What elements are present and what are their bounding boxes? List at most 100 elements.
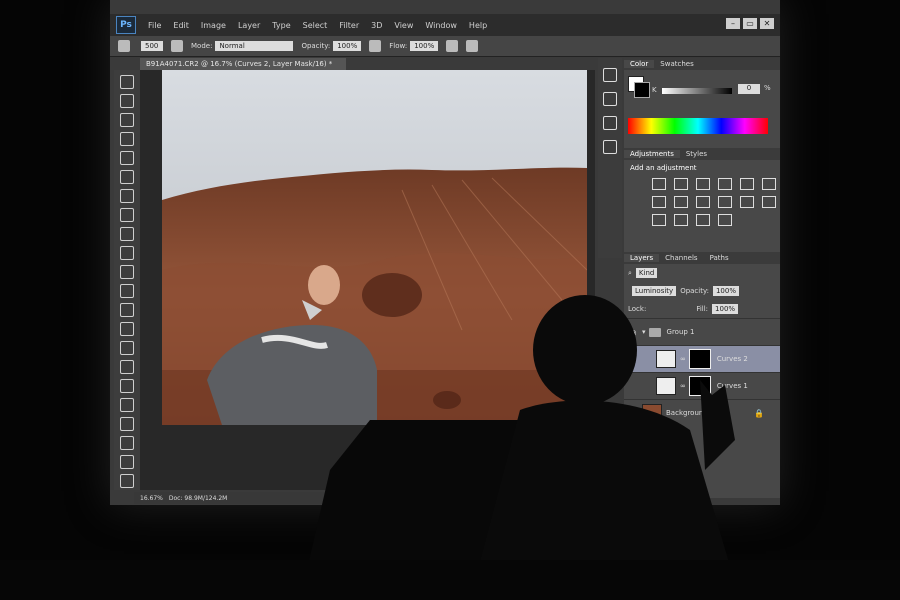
minimize-icon[interactable]: – <box>726 18 740 29</box>
levels-icon[interactable] <box>674 178 688 190</box>
layer-curves-1[interactable]: ∞ Curves 1 <box>624 372 780 399</box>
layer-curves-2[interactable]: ◉ ∞ Curves 2 <box>624 345 780 372</box>
tab-paths[interactable]: Paths <box>704 254 735 262</box>
move-tool-icon[interactable] <box>120 75 134 89</box>
chevron-down-icon[interactable]: ▾ <box>642 328 646 336</box>
color-balance-icon[interactable] <box>652 196 666 208</box>
brush-panel-icon[interactable] <box>171 40 183 52</box>
brush-tool-icon[interactable] <box>118 40 130 52</box>
tab-layers[interactable]: Layers <box>624 254 660 262</box>
opacity-field[interactable]: 100% <box>333 41 362 51</box>
zoom-tool-icon[interactable] <box>120 436 134 450</box>
curves-icon[interactable] <box>696 178 710 190</box>
airbrush-icon[interactable] <box>446 40 459 52</box>
quick-select-tool-icon[interactable] <box>120 132 134 146</box>
quick-mask-icon[interactable] <box>120 474 134 488</box>
menu-image[interactable]: Image <box>201 21 226 30</box>
canvas-area[interactable] <box>140 70 595 490</box>
menu-select[interactable]: Select <box>303 21 328 30</box>
rectangle-tool-icon[interactable] <box>120 398 134 412</box>
color-swatches-icon[interactable] <box>120 455 134 469</box>
layer-group-1[interactable]: ◉ ▾ Group 1 <box>624 318 780 345</box>
hue-saturation-icon[interactable] <box>762 178 776 190</box>
link-icon[interactable]: ∞ <box>680 355 686 363</box>
stamp-tool-icon[interactable] <box>120 227 134 241</box>
menu-type[interactable]: Type <box>272 21 290 30</box>
pen-tool-icon[interactable] <box>120 341 134 355</box>
panel-icon-strip <box>598 58 622 258</box>
tab-adjustments[interactable]: Adjustments <box>624 150 680 158</box>
status-bar: 16.67% Doc: 98.9M/124.2M <box>134 492 614 504</box>
actions-panel-icon[interactable] <box>603 116 617 130</box>
hand-tool-icon[interactable] <box>120 417 134 431</box>
eyedropper-tool-icon[interactable] <box>120 170 134 184</box>
vibrance-icon[interactable] <box>740 178 754 190</box>
channel-mixer-icon[interactable] <box>718 196 732 208</box>
menu-edit[interactable]: Edit <box>173 21 189 30</box>
background-color-swatch[interactable] <box>634 82 650 98</box>
brush-size-field[interactable]: 500 <box>141 41 163 51</box>
doc-size: Doc: 98.9M/124.2M <box>168 494 228 502</box>
posterize-icon[interactable] <box>652 214 666 226</box>
tab-channels[interactable]: Channels <box>659 254 703 262</box>
properties-panel-icon[interactable] <box>603 140 617 154</box>
pressure-size-icon[interactable] <box>466 40 479 52</box>
eye-icon[interactable]: ◉ <box>628 355 638 364</box>
history-panel-icon[interactable] <box>603 68 617 82</box>
color-spectrum[interactable] <box>628 118 768 134</box>
menu-help[interactable]: Help <box>469 21 487 30</box>
exposure-icon[interactable] <box>718 178 732 190</box>
restore-icon[interactable]: ▭ <box>743 18 757 29</box>
link-icon[interactable]: ∞ <box>680 382 686 390</box>
menu-3d[interactable]: 3D <box>371 21 382 30</box>
invert-icon[interactable] <box>762 196 776 208</box>
menu-layer[interactable]: Layer <box>238 21 260 30</box>
lasso-tool-icon[interactable] <box>120 113 134 127</box>
eraser-tool-icon[interactable] <box>120 265 134 279</box>
pressure-opacity-icon[interactable] <box>369 40 382 52</box>
color-lookup-icon[interactable] <box>740 196 754 208</box>
mode-select[interactable]: Normal <box>215 41 294 51</box>
tab-swatches[interactable]: Swatches <box>654 60 699 68</box>
brightness-icon[interactable] <box>652 178 666 190</box>
selective-color-icon[interactable] <box>718 214 732 226</box>
threshold-icon[interactable] <box>674 214 688 226</box>
menu-filter[interactable]: Filter <box>339 21 359 30</box>
healing-tool-icon[interactable] <box>120 189 134 203</box>
layer-kind-filter[interactable]: Kind <box>635 268 658 278</box>
k-slider[interactable] <box>662 88 732 94</box>
crop-tool-icon[interactable] <box>120 151 134 165</box>
document-image[interactable] <box>162 70 587 425</box>
blur-tool-icon[interactable] <box>120 303 134 317</box>
type-tool-icon[interactable] <box>120 360 134 374</box>
blend-mode-select[interactable]: Luminosity <box>632 286 677 296</box>
adjustments-panel: Add an adjustment <box>624 160 780 252</box>
gradient-map-icon[interactable] <box>696 214 710 226</box>
layer-background[interactable]: Background 🔒 <box>624 399 780 426</box>
k-value-field[interactable]: 0 <box>738 84 760 94</box>
dodge-tool-icon[interactable] <box>120 322 134 336</box>
path-select-icon[interactable] <box>120 379 134 393</box>
document-tab[interactable]: B91A4071.CR2 @ 16.7% (Curves 2, Layer Ma… <box>140 58 346 70</box>
layers-panel-tabs: Layers Channels Paths <box>624 252 780 264</box>
fill-field[interactable]: 100% <box>712 304 739 314</box>
marquee-tool-icon[interactable] <box>120 94 134 108</box>
eye-icon[interactable]: ◉ <box>628 328 638 337</box>
layer-mask-thumbnail[interactable] <box>688 349 711 369</box>
layer-opacity-field[interactable]: 100% <box>712 286 739 296</box>
flow-field[interactable]: 100% <box>410 41 439 51</box>
history-brush-icon[interactable] <box>120 246 134 260</box>
layer-mask-thumbnail[interactable] <box>688 376 711 396</box>
tab-styles[interactable]: Styles <box>680 150 713 158</box>
menu-view[interactable]: View <box>394 21 413 30</box>
menu-file[interactable]: File <box>148 21 161 30</box>
brush-presets-icon[interactable] <box>603 92 617 106</box>
menu-window[interactable]: Window <box>425 21 457 30</box>
tab-color[interactable]: Color <box>624 60 655 68</box>
brush-tool-icon[interactable] <box>120 208 134 222</box>
black-white-icon[interactable] <box>674 196 688 208</box>
close-icon[interactable]: ✕ <box>760 18 774 29</box>
gradient-tool-icon[interactable] <box>120 284 134 298</box>
photo-filter-icon[interactable] <box>696 196 710 208</box>
zoom-level[interactable]: 16.67% <box>140 495 163 502</box>
